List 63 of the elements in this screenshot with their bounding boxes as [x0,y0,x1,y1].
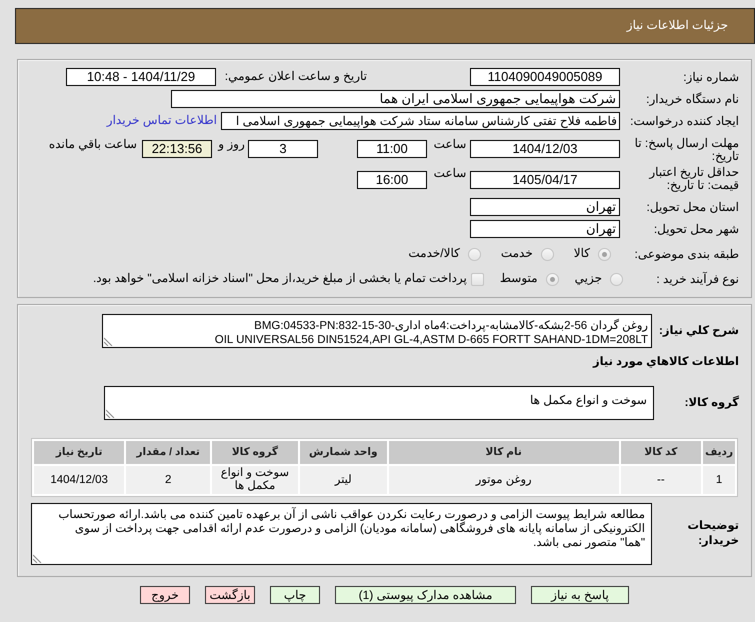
resize-grip-icon[interactable] [33,554,42,563]
option-label: خدمت [500,246,533,262]
option-label: جزيي [574,271,602,287]
column-header: گروه کالا [212,441,298,464]
time-left-field[interactable]: 22:13:56 [142,140,212,158]
field-label: نام دستگاه خریدار: [645,92,739,106]
column-header: تاریخ نیاز [34,441,124,464]
option-label: متوسط [500,271,538,287]
description-field[interactable]: روغن گردان 56-2بشکه-کالامشابه-پرداخت:4ماه اداری-BMG:04533-PN:832-15-30 OIL UNIVERSAL56 DIN51524,API GL-4,ASTM D-665 FORTT SAHAND-1DM=208LT [102,314,652,348]
checkbox-label: پرداخت تمام یا بخشی از مبلغ خرید،از محل "اسناد خزانه اسلامی" خواهد بود. [92,271,467,287]
goods-group-field[interactable]: سوخت و انواع مکمل ها [104,386,654,420]
exit-button[interactable]: خروج [140,586,190,604]
option-label: کالا/خدمت [408,246,460,262]
table-cell: -- [620,466,702,494]
table-cell: روغن موتور [388,466,619,494]
field-label: حداقل تاریخ اعتبار قیمت: تا تاریخ: [648,166,739,192]
column-header: تعداد / مقدار [126,441,210,464]
requester-field[interactable]: فاطمه فلاح تفتی کارشناس سامانه ستاد شرکت هواپیمایی جمهوری اسلامی ا [221,112,620,130]
validity-date-field[interactable]: 1405/04/17 [470,171,620,189]
days-left-field[interactable]: 3 [248,140,318,158]
column-header: کد کالا [620,441,702,464]
field-label: شماره نیاز: [682,70,739,84]
attachments-button[interactable]: مشاهده مدارک پیوستی (1) [335,586,516,604]
field-label: شهر محل تحویل: [652,222,739,236]
field-label: روز و [216,137,246,153]
field-label: گروه کالا: [684,396,739,410]
table-cell: 2 [126,466,210,494]
notes-field[interactable]: مطالعه شرایط پیوست الزامی و درصورت رعایت نکردن عواقب ناشی از آن برعهده تامین کننده می باشد.ارائه صورتحساب الکترونیکی از سامانه پایانه های فروشگاهی (سامانه مودیان) الزامی و درصورت عدم ارائه اقدامی جهت پرداخت از سوی "هما" متصور نمی باشد. [31,503,652,565]
deadline-date-field[interactable]: 1404/12/03 [470,140,620,158]
print-button[interactable]: چاپ [270,586,320,604]
resize-grip-icon[interactable] [104,337,113,346]
city-field[interactable]: تهران [470,220,620,238]
validity-time-field[interactable]: 16:00 [357,171,427,189]
option-label: کالا [574,246,590,262]
section-title: اطلاعات کالاهاي مورد نياز [592,355,739,370]
field-label: تاریخ و ساعت اعلان عمومي: [224,69,367,85]
contact-info-link[interactable]: اطلاعات تماس خریدار [106,113,217,129]
back-button[interactable]: بازگشت [205,586,255,604]
resize-grip-icon[interactable] [106,409,115,418]
buyer-name-field[interactable]: شرکت هواپیمایی جمهوری اسلامی ایران هما [171,90,620,108]
field-label: ساعت [432,166,468,182]
table-cell: 1404/12/03 [34,466,124,494]
column-header: ردیف [703,441,735,464]
field-label: نوع فرآیند خرید : [655,272,739,286]
field-label: ایجاد کننده درخواست: [629,114,739,128]
reply-button[interactable]: پاسخ به نیاز [531,586,629,604]
table-cell: سوخت و انواع مکمل ها [212,466,298,494]
deadline-time-field[interactable]: 11:00 [357,140,427,158]
need-number-field[interactable]: 1104090049005089 [470,68,620,86]
field-label: توضیحات خریدار: [686,519,739,549]
table-cell: 1 [703,466,735,494]
table-cell: لیتر [300,466,387,494]
announce-date-field[interactable]: 1404/11/29 - 10:48 [66,68,216,86]
column-header: نام کالا [388,441,619,464]
page-title: جزئیات اطلاعات نیاز [626,18,728,34]
field-label: طبقه بندی موضوعی: [633,248,739,260]
column-header: واحد شمارش [300,441,387,464]
field-label: شرح کلي نياز: [658,324,739,338]
field-label: ساعت [432,137,468,153]
field-label: ساعت باقي مانده [48,137,137,153]
province-field[interactable]: تهران [470,198,620,216]
field-label: مهلت ارسال پاسخ: تا تاریخ: [634,137,739,163]
field-label: استان محل تحویل: [646,200,739,214]
